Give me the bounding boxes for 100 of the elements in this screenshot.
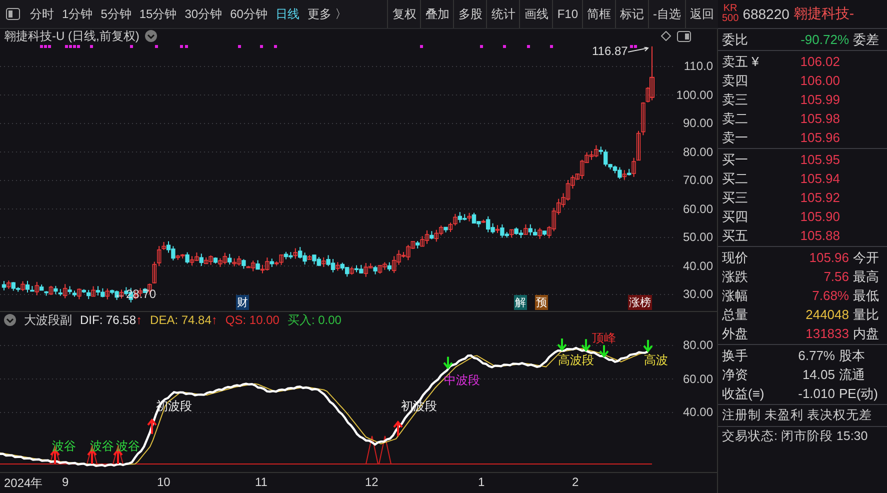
- field-value: 14.05: [801, 367, 835, 382]
- field-label: 换手: [722, 346, 749, 364]
- indicator-name: 大波段副: [24, 312, 72, 328]
- field-value: -90.72%: [800, 32, 849, 47]
- order-price: 106.02: [799, 54, 840, 69]
- field-value: 244048: [804, 307, 849, 322]
- period-tab[interactable]: 更多 〉: [303, 6, 351, 22]
- order-label: 买一: [722, 150, 749, 168]
- field-label: 外盘: [722, 324, 749, 342]
- chevron-down-icon[interactable]: [4, 314, 16, 326]
- panel-icon[interactable]: [677, 30, 691, 42]
- stock-code: 688220: [742, 6, 790, 22]
- field-value: 7.56: [822, 269, 849, 284]
- order-label: 卖二: [722, 110, 749, 128]
- wave-label: 波谷: [90, 438, 114, 455]
- order-label: 买三: [722, 188, 749, 206]
- indicator-value: 买入: 0.00: [287, 312, 342, 328]
- chevron-down-icon[interactable]: [145, 30, 158, 42]
- field-label: 涨跌: [722, 268, 749, 286]
- order-price: 105.95: [799, 152, 840, 167]
- axis-label: 40.00: [682, 258, 713, 272]
- wave-label: 中波段: [444, 372, 480, 389]
- toolbar-button[interactable]: 叠加: [420, 0, 454, 28]
- event-marker[interactable]: 解: [514, 295, 527, 310]
- order-price: 105.88: [799, 228, 840, 243]
- field-value: 131833: [804, 326, 849, 341]
- field-label: 最低: [853, 286, 880, 304]
- event-marker[interactable]: 涨榜: [628, 295, 652, 310]
- sidebar-toggle-icon[interactable]: [6, 8, 20, 20]
- order-price: 105.96: [799, 130, 840, 145]
- stock-name: 翱捷科技-: [793, 5, 854, 23]
- period-tab[interactable]: 分时: [26, 6, 58, 22]
- indicator-value: DIF: 76.58↑: [80, 313, 142, 327]
- chart-title: 翱捷科技-U (日线,前复权): [4, 28, 140, 44]
- toolbar-button[interactable]: 多股: [453, 0, 486, 28]
- field-label: 收益(≡): [722, 384, 766, 402]
- order-label: 买四: [722, 208, 749, 226]
- order-price: 105.94: [799, 171, 840, 186]
- date-label: 12: [365, 475, 378, 489]
- axis-label: 30.00: [682, 287, 713, 301]
- toolbar-button[interactable]: 标记: [615, 0, 648, 28]
- field-label: 总量: [722, 306, 749, 324]
- event-marker[interactable]: 财: [236, 295, 249, 310]
- order-label: 卖一: [722, 128, 749, 146]
- toolbar-button[interactable]: 统计: [486, 0, 520, 28]
- axis-label: 40.00: [682, 405, 713, 419]
- date-label: 10: [157, 475, 170, 489]
- date-label: 9: [62, 475, 69, 489]
- wave-label: 高波: [644, 352, 668, 369]
- period-tab[interactable]: 日线: [271, 6, 304, 22]
- toolbar-button[interactable]: 简框: [582, 0, 615, 28]
- wave-label: 顶峰: [592, 330, 616, 347]
- index-label: KR 500: [722, 4, 739, 24]
- wave-label: 高波段: [558, 352, 594, 369]
- period-tab[interactable]: 5分钟: [96, 6, 136, 22]
- order-label: 买五: [722, 226, 749, 244]
- field-label: 涨幅: [722, 286, 749, 304]
- date-label: 2: [572, 475, 579, 489]
- pointer-arrow-icon: [628, 47, 650, 53]
- trading-status: 交易状态: 闭市阶段 15:30: [722, 428, 868, 445]
- order-price: 105.90: [799, 209, 840, 224]
- field-label: 最高: [853, 268, 880, 286]
- wave-label: 波谷: [52, 438, 76, 455]
- axis-label: 100.00: [676, 88, 713, 102]
- field-label: 流通: [839, 366, 866, 384]
- toolbar-button[interactable]: 返回: [685, 0, 718, 28]
- field-label: PE(动): [839, 384, 879, 402]
- axis-label: 80.00: [682, 144, 713, 158]
- toolbar-button[interactable]: 复权: [387, 0, 420, 28]
- diamond-icon[interactable]: [661, 31, 671, 41]
- period-tab[interactable]: 15分钟: [135, 6, 181, 22]
- event-marker[interactable]: 预: [535, 295, 548, 310]
- order-label: 卖四: [722, 72, 749, 90]
- order-price: 105.98: [799, 111, 840, 126]
- stock-tags: 注册制 未盈利 表决权无差: [722, 407, 872, 424]
- order-label: 卖五 ¥: [722, 52, 760, 70]
- axis-label: 60.00: [682, 202, 713, 216]
- toolbar-button[interactable]: F10: [552, 0, 582, 28]
- order-price: 105.92: [799, 190, 840, 205]
- axis-label: 90.00: [682, 116, 713, 130]
- field-value: 6.77%: [797, 348, 835, 363]
- field-value: 105.96: [808, 250, 849, 265]
- indicator-value: QS: 10.00: [225, 313, 280, 327]
- axis-label: 70.00: [682, 173, 713, 187]
- toolbar-button[interactable]: 画线: [519, 0, 552, 28]
- field-value: 7.68%: [811, 288, 849, 303]
- period-tab[interactable]: 60分钟: [226, 6, 272, 22]
- toolbar-button[interactable]: -自选: [648, 0, 685, 28]
- order-price: 105.99: [799, 92, 840, 107]
- field-label: 委差: [853, 30, 880, 48]
- field-label: 委比: [722, 30, 749, 48]
- field-label: 量比: [853, 306, 880, 324]
- high-price-label: 116.87: [592, 44, 628, 58]
- field-label: 内盘: [853, 324, 880, 342]
- period-tab[interactable]: 1分钟: [58, 6, 97, 22]
- period-tab[interactable]: 30分钟: [180, 6, 226, 22]
- order-label: 卖三: [722, 90, 749, 108]
- axis-label: 110.0: [684, 59, 713, 73]
- indicator-value: DEA: 74.84↑: [150, 313, 218, 327]
- date-label: 2024年: [4, 475, 43, 492]
